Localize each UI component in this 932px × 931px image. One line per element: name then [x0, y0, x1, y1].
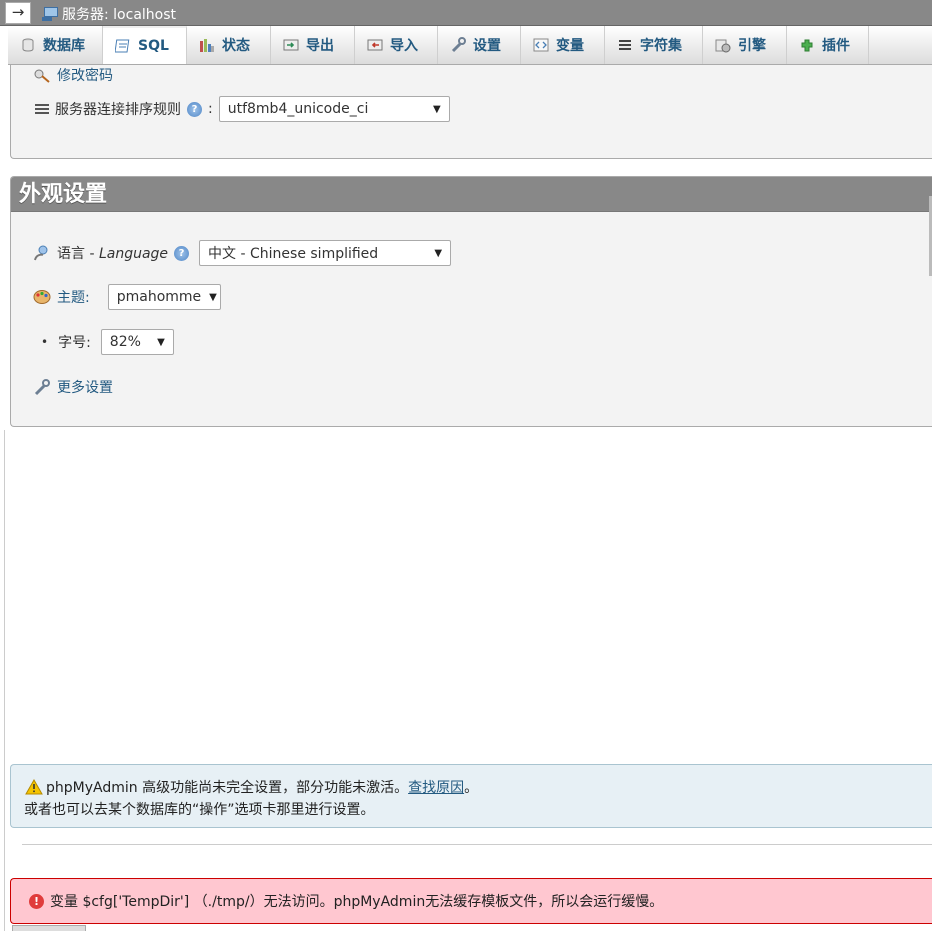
charset-icon	[617, 37, 633, 53]
tab-import[interactable]: 导入	[355, 26, 438, 64]
database-icon	[20, 37, 36, 53]
palette-icon	[33, 289, 51, 305]
language-icon	[33, 244, 51, 262]
tab-sql[interactable]: SQL	[103, 26, 187, 64]
main-tabs: 数据库 SQL 状态 导出 导入 设置 变量 字符集 引擎 插件	[8, 26, 932, 65]
variables-icon	[533, 37, 549, 53]
font-size-label: 字号:	[58, 335, 91, 351]
server-icon	[42, 7, 59, 21]
list-icon	[35, 103, 49, 115]
tab-settings[interactable]: 设置	[438, 26, 521, 64]
help-icon[interactable]: ?	[174, 245, 190, 261]
general-settings-panel: 修改密码 服务器连接排序规则 ? : utf8mb4_unicode_ci ▼	[10, 65, 932, 159]
bullet-icon: •	[41, 335, 49, 349]
language-select[interactable]: 中文 - Chinese simplified ▼	[199, 240, 452, 266]
chevron-down-icon: ▼	[209, 291, 217, 303]
import-icon	[367, 37, 383, 53]
wrench-icon	[33, 378, 51, 396]
status-icon	[199, 37, 215, 53]
chevron-down-icon: ▼	[434, 247, 443, 259]
tempdir-error: ! 变量 $cfg['TempDir'] （./tmp/）无法访问。phpMyA…	[10, 878, 932, 924]
tab-label: 设置	[473, 38, 501, 54]
console-tab[interactable]	[12, 925, 86, 931]
tab-label: 字符集	[640, 38, 682, 54]
settings-wrench-icon	[450, 37, 466, 53]
error-icon: !	[29, 893, 44, 909]
error-text: 变量 $cfg['TempDir'] （./tmp/）无法访问。phpMyAdm…	[50, 894, 664, 910]
export-icon	[283, 37, 299, 53]
chevron-down-icon: ▼	[157, 336, 165, 348]
theme-label-link[interactable]: 主题:	[57, 287, 90, 307]
engine-icon	[715, 37, 731, 53]
collation-row: 服务器连接排序规则 ? : utf8mb4_unicode_ci ▼	[35, 96, 450, 122]
config-notice: phpMyAdmin 高级功能尚未完全设置，部分功能未激活。查找原因。 或者也可…	[10, 764, 932, 828]
left-divider	[4, 430, 5, 931]
tab-export[interactable]: 导出	[271, 26, 355, 64]
appearance-title: 外观设置	[11, 177, 932, 212]
divider	[22, 844, 932, 845]
collation-select-value: utf8mb4_unicode_ci	[227, 101, 369, 117]
key-icon	[33, 67, 51, 83]
appearance-settings-panel: 外观设置 语言 - Language ? 中文 - Chinese simpli…	[10, 176, 932, 427]
notice-line-1: phpMyAdmin 高级功能尚未完全设置，部分功能未激活。查找原因。	[25, 777, 932, 799]
notice-line-2: 或者也可以去某个数据库的“操作”选项卡那里进行设置。	[24, 802, 375, 818]
font-size-select-value: 82%	[109, 334, 141, 350]
tab-charsets[interactable]: 字符集	[605, 26, 703, 64]
language-label: 语言 - Language	[57, 246, 169, 262]
language-select-value: 中文 - Chinese simplified	[208, 246, 379, 262]
warning-icon	[25, 778, 43, 795]
more-settings-link[interactable]: 更多设置	[57, 377, 113, 397]
font-size-select[interactable]: 82% ▼	[100, 329, 174, 355]
collation-label: 服务器连接排序规则	[55, 102, 181, 118]
collation-select[interactable]: utf8mb4_unicode_ci ▼	[218, 96, 450, 122]
tab-status[interactable]: 状态	[187, 26, 271, 64]
theme-select-value: pmahomme	[116, 289, 202, 305]
theme-select[interactable]: pmahomme ▼	[107, 284, 221, 310]
tab-label: 导出	[306, 38, 334, 54]
font-size-row: • 字号: 82% ▼	[41, 329, 174, 355]
language-row: 语言 - Language ? 中文 - Chinese simplified …	[33, 240, 452, 266]
change-password-row: 修改密码	[33, 65, 113, 85]
tab-variables[interactable]: 变量	[521, 26, 605, 64]
tab-label: SQL	[138, 38, 169, 54]
more-settings-row: 更多设置	[33, 377, 113, 397]
tab-label: 状态	[222, 38, 250, 54]
tab-engines[interactable]: 引擎	[703, 26, 787, 64]
server-breadcrumb-bar: → 服务器: localhost	[0, 0, 932, 26]
tab-label: 插件	[822, 38, 850, 54]
tab-label: 数据库	[43, 38, 85, 54]
chevron-down-icon: ▼	[433, 103, 441, 115]
find-reason-link[interactable]: 查找原因	[408, 780, 464, 796]
collation-colon: :	[208, 101, 213, 117]
change-password-link[interactable]: 修改密码	[57, 65, 113, 85]
sql-icon	[114, 38, 131, 54]
help-icon[interactable]: ?	[187, 101, 202, 117]
tab-databases[interactable]: 数据库	[8, 26, 103, 64]
server-breadcrumb[interactable]: 服务器: localhost	[42, 4, 176, 24]
tab-plugins[interactable]: 插件	[787, 26, 869, 64]
plugin-icon	[799, 37, 815, 53]
tab-label: 变量	[556, 38, 584, 54]
theme-row: 主题: pmahomme ▼	[33, 284, 221, 310]
tab-label: 导入	[390, 38, 418, 54]
collapse-navigation-button[interactable]: →	[5, 2, 31, 24]
server-breadcrumb-label: 服务器: localhost	[62, 7, 177, 23]
tab-label: 引擎	[738, 38, 766, 54]
